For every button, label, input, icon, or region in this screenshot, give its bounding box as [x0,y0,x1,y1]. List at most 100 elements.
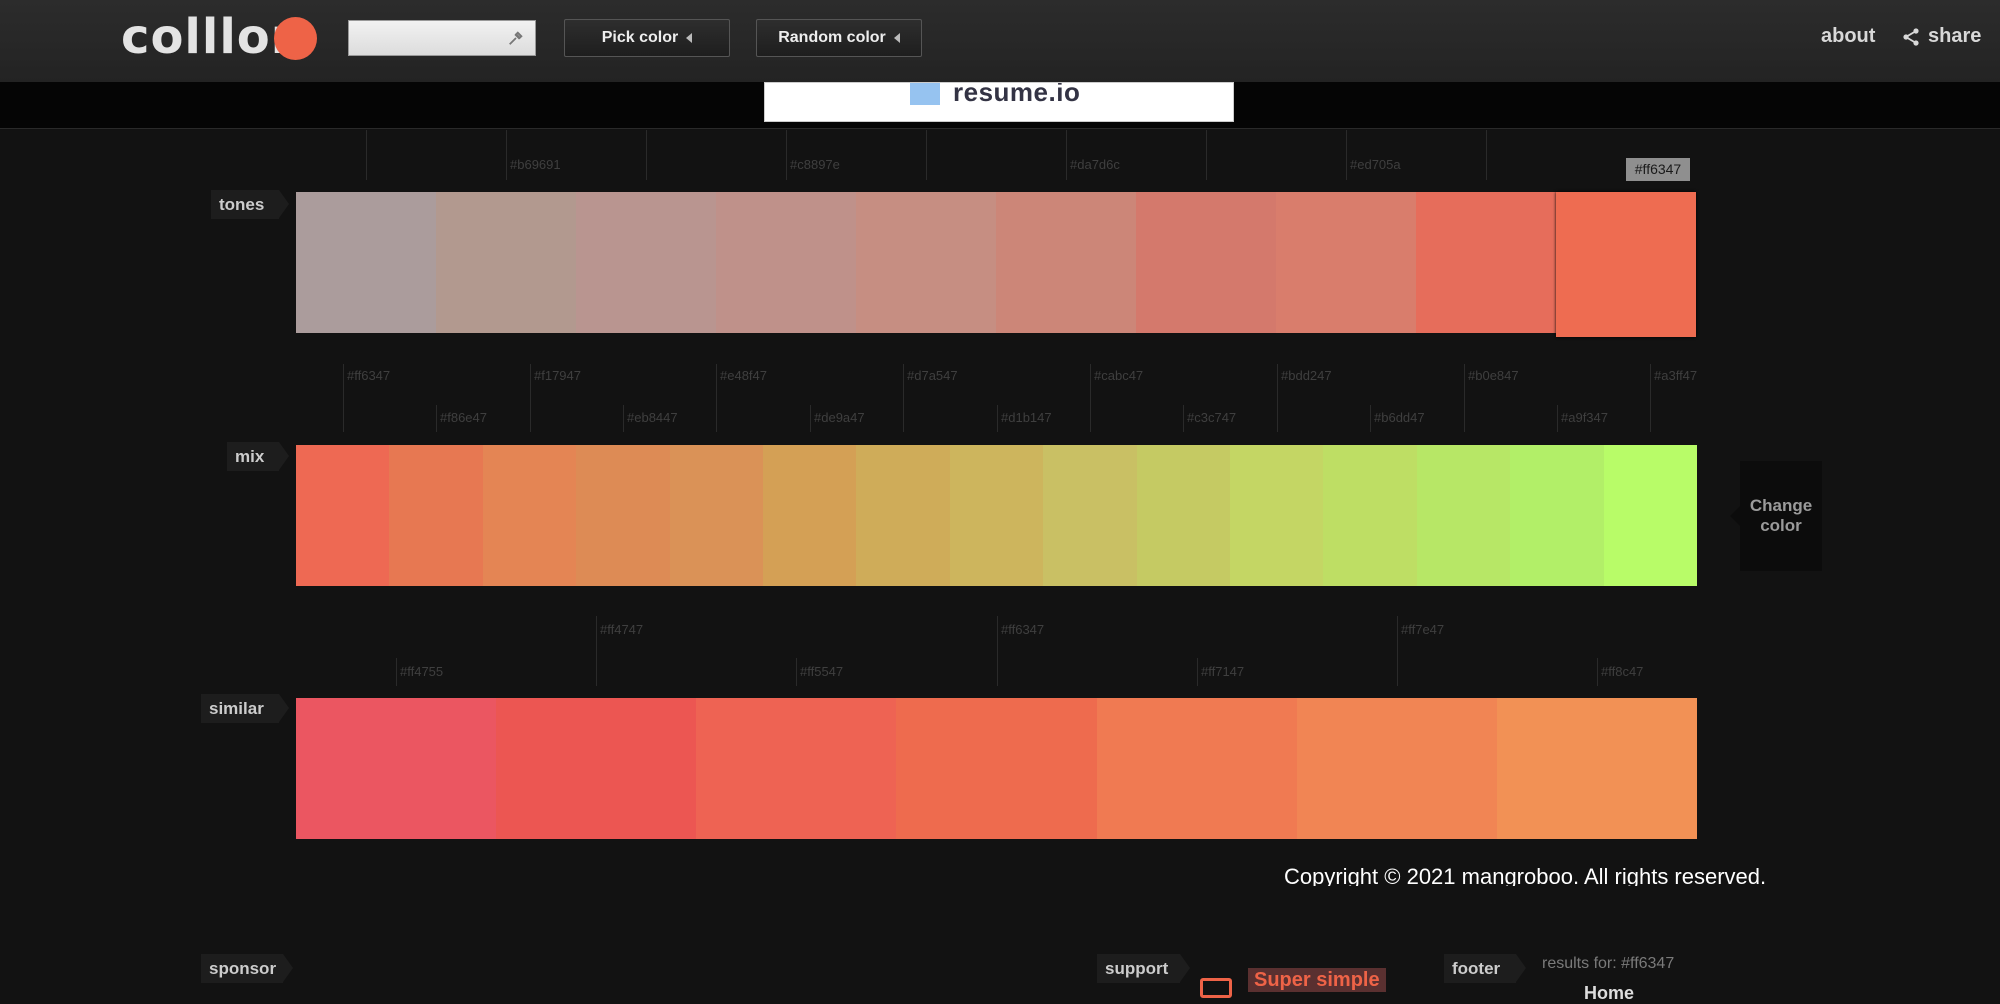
mix-swatch[interactable] [856,445,950,586]
hex-tick-line [366,130,367,180]
ad-text: resume.io [953,82,1081,107]
hex-label[interactable]: #ff7e47 [1401,622,1444,637]
home-link[interactable]: Home [1584,983,1634,1004]
hex-tick-line [623,405,624,432]
mix-swatch-row [296,445,1698,586]
mix-swatch[interactable] [1510,445,1604,586]
mix-swatch[interactable] [576,445,670,586]
hex-tick-line [1397,616,1398,686]
change-color-button[interactable]: Change color [1730,461,1822,571]
hex-label[interactable]: #ff6347 [347,368,390,383]
hex-label[interactable]: #f17947 [534,368,581,383]
hex-tick-line [1597,658,1598,686]
similar-swatch[interactable] [1096,698,1297,839]
share-icon [1903,27,1919,46]
hex-tick-line [810,405,811,432]
caret-left-icon [893,33,900,43]
hex-label[interactable]: #b6dd47 [1374,410,1425,425]
hex-label[interactable]: #ff8c47 [1601,664,1643,679]
hex-tick-line [786,130,787,180]
tones-swatch[interactable] [996,192,1136,333]
similar-swatch[interactable] [1296,698,1497,839]
pick-color-label: Pick color [601,29,679,46]
hex-tick-line [1066,130,1067,180]
hex-tick-line [343,364,344,432]
similar-swatch[interactable] [296,698,497,839]
hex-label[interactable]: #f86e47 [440,410,487,425]
hex-label[interactable]: #bdd247 [1281,368,1332,383]
tones-swatch[interactable] [1416,192,1556,333]
hex-label[interactable]: #ff6347 [1001,622,1044,637]
caret-left-icon [686,33,693,43]
hex-label[interactable]: #ff5547 [800,664,843,679]
similar-swatch-row [296,698,1697,839]
color-search-box[interactable] [348,20,536,57]
hex-label[interactable]: #d7a547 [907,368,958,383]
mix-swatch[interactable] [1416,445,1511,586]
hex-tick-line [1650,364,1651,432]
hex-tick-line [997,616,998,686]
tones-swatch[interactable] [1136,192,1276,333]
support-label: support [1097,954,1190,983]
mix-swatch[interactable] [1136,445,1231,586]
tones-swatch[interactable] [576,192,716,333]
hex-tick-line [1206,130,1207,180]
hex-label[interactable]: #cabc47 [1094,368,1143,383]
hex-label[interactable]: #c8897e [790,157,840,172]
tones-swatch[interactable] [436,192,576,333]
tones-swatch[interactable] [296,192,436,333]
about-link[interactable]: about [1821,25,1875,48]
mix-swatch[interactable] [1323,445,1417,586]
hex-label[interactable]: #ff4747 [600,622,643,637]
mix-swatch[interactable] [482,445,577,586]
hex-label[interactable]: #a3ff47 [1654,368,1697,383]
color-search-input[interactable] [349,21,507,57]
hex-label[interactable]: #a9f347 [1561,410,1608,425]
hex-label[interactable]: #b69691 [510,157,561,172]
tones-selected-swatch[interactable] [1556,192,1696,337]
hex-label[interactable]: #d1b147 [1001,410,1052,425]
eyedropper-icon[interactable] [507,29,525,47]
hex-tick-line [716,364,717,432]
mix-swatch[interactable] [1043,445,1137,586]
random-color-label: Random color [778,29,886,46]
mix-swatch[interactable] [949,445,1044,586]
pick-color-button[interactable]: Pick color [564,19,730,57]
share-link[interactable]: share [1902,25,1981,48]
hex-label[interactable]: #ff4755 [400,664,443,679]
hex-label[interactable]: #ff7147 [1201,664,1244,679]
mix-swatch[interactable] [763,445,857,586]
similar-swatch[interactable] [1496,698,1697,839]
card-icon [1200,978,1232,998]
mix-swatch[interactable] [1230,445,1324,586]
share-label: share [1928,25,1982,47]
hex-label[interactable]: #de9a47 [814,410,865,425]
sponsor-ad[interactable]: resume.io [764,82,1234,122]
hex-label[interactable]: #da7d6c [1070,157,1120,172]
hex-tick-line [1090,364,1091,432]
tones-swatch[interactable] [1276,192,1416,333]
current-color-dot [274,17,317,60]
mix-swatch[interactable] [1603,445,1698,586]
mix-swatch[interactable] [389,445,483,586]
hex-tick-line [436,405,437,432]
similar-swatch[interactable] [696,698,897,839]
hex-label[interactable]: #b0e847 [1468,368,1519,383]
similar-swatch[interactable] [896,698,1097,839]
hex-tick-line [596,616,597,686]
mix-swatch[interactable] [296,445,390,586]
tones-swatch[interactable] [716,192,856,333]
similar-swatch[interactable] [496,698,697,839]
support-link[interactable]: Super simple [1248,968,1386,992]
mix-label: mix [227,442,289,471]
hex-label[interactable]: #eb8447 [627,410,678,425]
mix-swatch[interactable] [669,445,764,586]
hex-label[interactable]: #e48f47 [720,368,767,383]
hex-label[interactable]: #c3c747 [1187,410,1236,425]
hex-label[interactable]: #ed705a [1350,157,1401,172]
tones-swatch[interactable] [856,192,996,333]
random-color-button[interactable]: Random color [756,19,922,57]
sponsor-label: sponsor [201,954,293,983]
copyright-text: Copyright © 2021 mangroboo. All rights r… [1284,864,1767,886]
tones-label: tones [211,190,289,219]
